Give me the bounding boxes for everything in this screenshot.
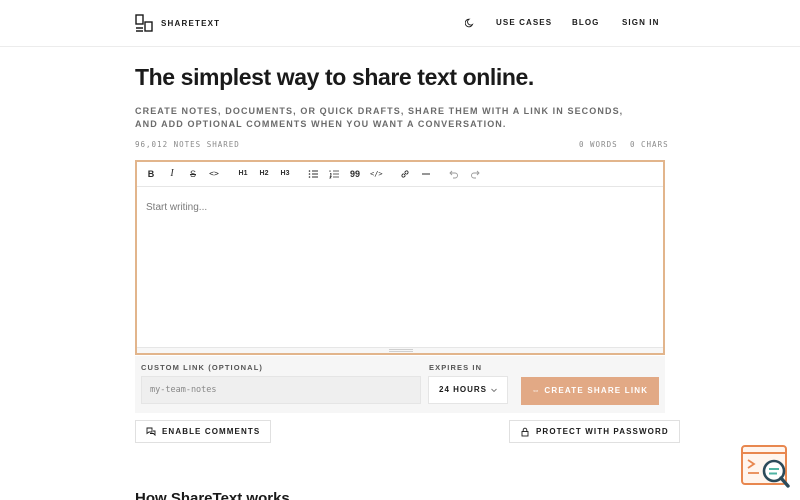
custom-link-label: CUSTOM LINK (OPTIONAL) [141, 363, 263, 372]
heading3-icon[interactable]: H3 [279, 168, 291, 180]
code-block-icon[interactable]: </> [370, 168, 383, 180]
undo-icon[interactable] [448, 168, 460, 180]
editor-resize-handle[interactable] [137, 347, 663, 353]
editor-toolbar: B I S <> H1 H2 H3 99 </> [137, 162, 663, 187]
custom-link-input[interactable]: my-team-notes [141, 376, 421, 404]
italic-icon[interactable]: I [166, 168, 178, 180]
word-count: 0 WORDS [579, 140, 618, 149]
bullet-list-icon[interactable] [307, 168, 319, 180]
enable-comments-button[interactable]: ENABLE COMMENTS [135, 420, 272, 443]
brand-name: SHARETEXT [161, 18, 221, 28]
protect-password-label: PROTECT WITH PASSWORD [536, 427, 669, 436]
top-navigation-bar: SHARETEXT USE CASES BLOG SIGN IN [0, 0, 800, 47]
expires-label: EXPIRES IN [429, 363, 483, 372]
protect-password-button[interactable]: PROTECT WITH PASSWORD [509, 420, 680, 443]
notes-shared-count: 96,012 NOTES SHARED [135, 140, 240, 149]
heading1-icon[interactable]: H1 [237, 168, 249, 180]
chevron-down-icon [491, 388, 497, 393]
expiry-select[interactable]: 24 HOURS [428, 376, 508, 404]
enable-comments-label: ENABLE COMMENTS [162, 427, 261, 436]
logo-mark-icon [135, 14, 153, 32]
search-terminal-badge-icon[interactable] [741, 444, 791, 490]
moon-icon[interactable] [465, 18, 475, 28]
horizontal-rule-icon[interactable] [420, 168, 432, 180]
create-share-link-label: CREATE SHARE LINK [544, 386, 649, 395]
heading2-icon[interactable]: H2 [258, 168, 270, 180]
page-subtitle: CREATE NOTES, DOCUMENTS, OR QUICK DRAFTS… [135, 106, 624, 129]
link-chain-icon: ⇔ [531, 386, 545, 395]
page-title: The simplest way to share text online. [135, 64, 534, 90]
comments-icon [146, 427, 156, 436]
nav-use-cases[interactable]: USE CASES [496, 18, 552, 27]
char-count: 0 CHARS [630, 140, 669, 149]
nav-sign-in[interactable]: SIGN IN [622, 18, 659, 27]
code-icon[interactable]: <> [208, 168, 220, 180]
lock-icon [521, 427, 529, 436]
strikethrough-icon[interactable]: S [187, 168, 199, 180]
create-share-link-button[interactable]: ⇔ CREATE SHARE LINK [521, 377, 659, 405]
ordered-list-icon[interactable] [328, 168, 340, 180]
bold-icon[interactable]: B [145, 168, 157, 180]
blockquote-icon[interactable]: 99 [349, 168, 361, 180]
expiry-value: 24 HOURS [439, 385, 488, 394]
nav-blog[interactable]: BLOG [572, 18, 600, 27]
how-it-works-heading: How ShareText works [135, 490, 290, 500]
redo-icon[interactable] [469, 168, 481, 180]
brand-logo[interactable]: SHARETEXT [135, 14, 220, 32]
editor-placeholder[interactable]: Start writing... [146, 202, 207, 213]
link-icon[interactable] [399, 168, 411, 180]
resize-grip-icon [389, 349, 413, 352]
share-options-panel: CUSTOM LINK (OPTIONAL) my-team-notes EXP… [135, 356, 665, 413]
text-editor[interactable]: B I S <> H1 H2 H3 99 </> Start writing..… [135, 160, 665, 355]
